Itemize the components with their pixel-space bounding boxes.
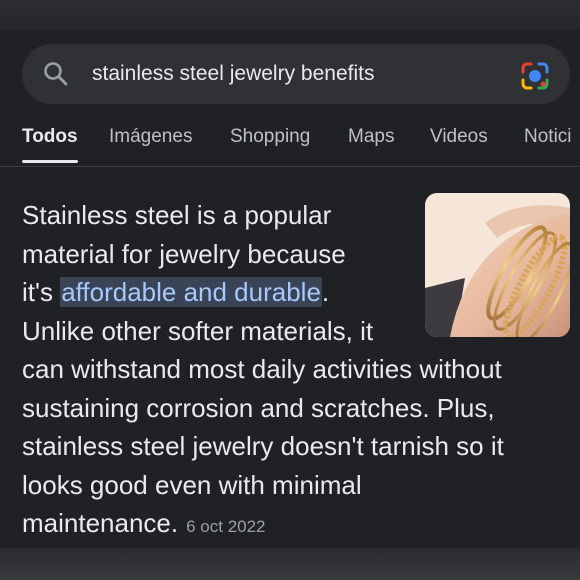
- snippet-text: it's: [22, 277, 61, 307]
- snippet-line: maintenance. 6 oct 2022: [22, 504, 562, 543]
- tab-imagenes[interactable]: Imágenes: [109, 126, 192, 148]
- top-status-area: [0, 0, 580, 30]
- tabs-divider: [0, 166, 580, 167]
- tab-todos[interactable]: Todos: [22, 126, 78, 148]
- bottom-bar: [0, 548, 580, 580]
- snippet-thumbnail[interactable]: [425, 193, 570, 337]
- snippet-text: maintenance.: [22, 508, 179, 538]
- snippet-text: .: [321, 277, 330, 307]
- tab-maps[interactable]: Maps: [348, 126, 394, 148]
- tab-shopping[interactable]: Shopping: [230, 126, 310, 148]
- search-bar[interactable]: stainless steel jewelry benefits: [22, 44, 570, 104]
- search-tabs: Todos Imágenes Shopping Maps Videos Noti…: [0, 126, 580, 166]
- tab-videos[interactable]: Videos: [430, 126, 488, 148]
- snippet-date: 6 oct 2022: [186, 517, 266, 536]
- bracelets-image: [425, 193, 570, 337]
- tab-noticias[interactable]: Notici: [524, 126, 572, 148]
- snippet-line: sustaining corrosion and scratches. Plus…: [22, 392, 495, 423]
- active-tab-indicator: [22, 160, 78, 163]
- snippet-line: looks good even with minimal: [22, 469, 362, 500]
- search-icon[interactable]: [42, 60, 70, 88]
- snippet-line: can withstand most daily activities with…: [22, 354, 502, 384]
- google-lens-icon[interactable]: [519, 60, 551, 92]
- snippet-line: stainless steel jewelry doesn't tarnish …: [22, 431, 504, 461]
- highlighted-answer: affordable and durable: [60, 277, 322, 307]
- search-input[interactable]: stainless steel jewelry benefits: [92, 62, 374, 86]
